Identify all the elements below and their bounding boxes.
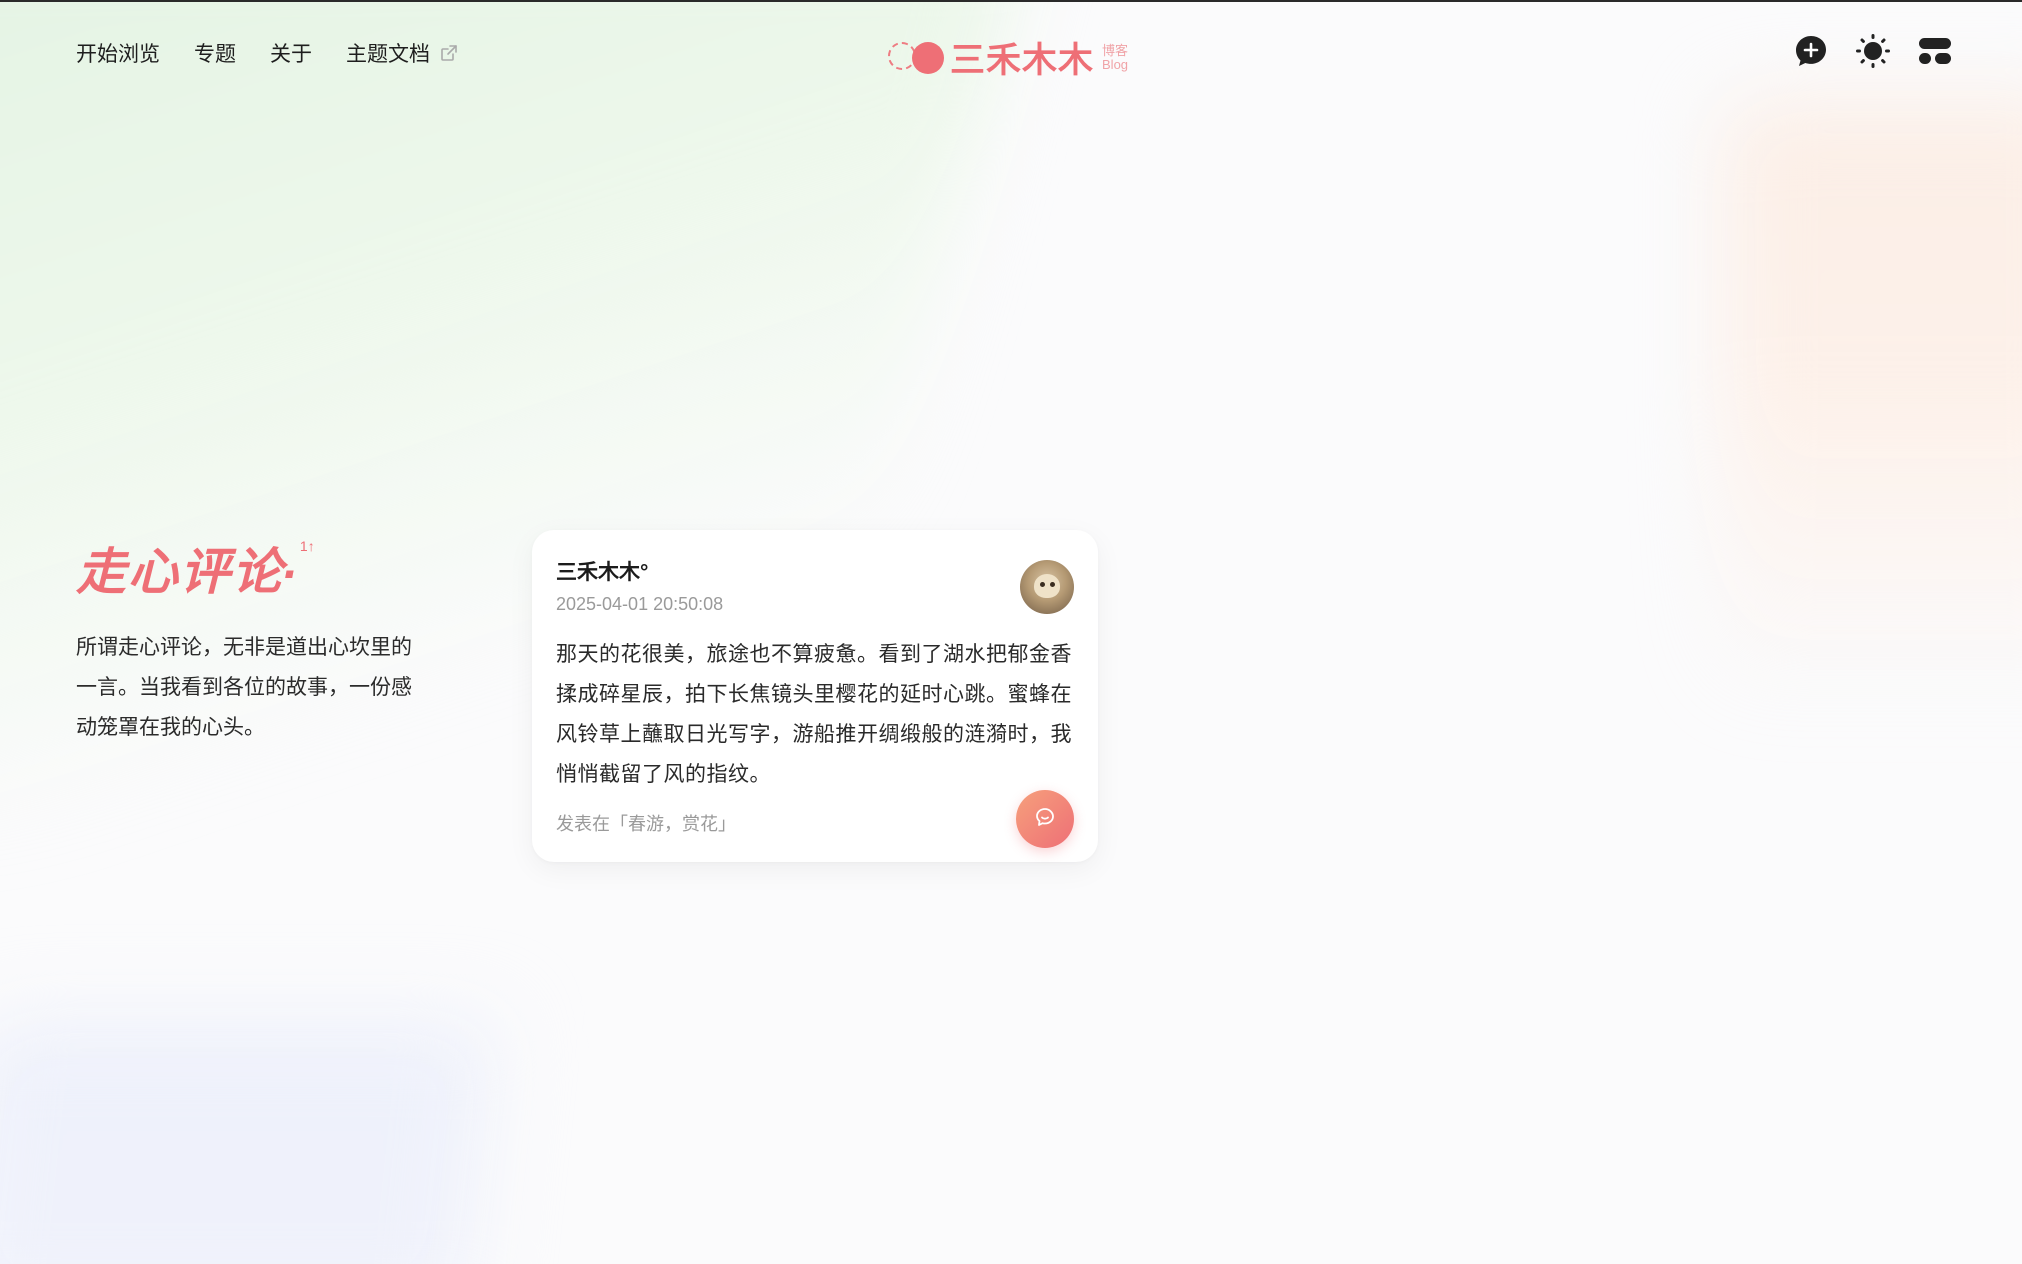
- intro-title-sup: 1↑: [299, 538, 315, 554]
- theme-toggle-button[interactable]: [1856, 34, 1890, 68]
- menu-button[interactable]: [1918, 34, 1952, 68]
- intro-title-dot: .: [284, 533, 298, 589]
- menu-icon: [1918, 34, 1952, 68]
- logo-text: 三禾木木: [950, 41, 1095, 80]
- avatar[interactable]: [1020, 560, 1074, 614]
- add-comment-button[interactable]: [1794, 34, 1828, 68]
- nav-link-topics[interactable]: 专题: [194, 38, 236, 68]
- comment-bubble-icon: [1034, 806, 1056, 833]
- intro-section: 走心评论 . 1↑ 所谓走心评论，无非是道出心坎里的一言。当我看到各位的故事，一…: [76, 532, 416, 769]
- site-logo[interactable]: 三禾木木 博客 Blog: [886, 32, 1128, 83]
- nav-link-label: 开始浏览: [76, 43, 160, 66]
- nav-link-label: 关于: [270, 43, 312, 66]
- intro-title: 走心评论: [76, 544, 284, 600]
- comment-card[interactable]: 三禾木木° 2025-04-01 20:50:08 那天的花很美，旅途也不算疲惫…: [532, 530, 1098, 862]
- nav-links: 开始浏览 专题 关于 主题文档: [76, 38, 458, 68]
- add-comment-icon: [1794, 34, 1828, 68]
- comment-time: 2025-04-01 20:50:08: [556, 594, 724, 614]
- nav-actions: [1794, 34, 1952, 68]
- intro-heading: 走心评论 . 1↑: [76, 532, 416, 604]
- comment-posted-in[interactable]: 发表在「春游，赏花」: [556, 810, 736, 836]
- logo-sub-top: 博客: [1102, 42, 1129, 58]
- top-border: [0, 0, 2022, 2]
- bg-blue-shape: [0, 1020, 496, 1264]
- external-link-icon: [440, 44, 458, 62]
- nav-link-browse[interactable]: 开始浏览: [76, 38, 160, 68]
- bg-peach-shape: [1722, 100, 2022, 700]
- reply-button[interactable]: [1016, 790, 1074, 848]
- intro-description: 所谓走心评论，无非是道出心坎里的一言。当我看到各位的故事，一份感动笼罩在我的心头…: [76, 636, 412, 739]
- logo-sub-bottom: Blog: [1102, 56, 1129, 72]
- comment-author[interactable]: 三禾木木°: [556, 556, 1074, 586]
- nav-link-theme-docs[interactable]: 主题文档: [346, 38, 458, 68]
- sun-icon: [1856, 34, 1890, 68]
- logo-subtitle: 博客 Blog: [1102, 42, 1129, 72]
- nav-link-about[interactable]: 关于: [270, 38, 312, 68]
- logo-mark-icon: [886, 38, 946, 78]
- comment-body: 那天的花很美，旅途也不算疲惫。看到了湖水把郁金香揉成碎星辰，拍下长焦镜头里樱花的…: [556, 643, 1072, 786]
- nav-link-label: 专题: [194, 43, 236, 66]
- top-nav: 开始浏览 专题 关于 主题文档 三禾木木 博客 Blog: [0, 0, 2022, 104]
- nav-link-label: 主题文档: [346, 43, 430, 66]
